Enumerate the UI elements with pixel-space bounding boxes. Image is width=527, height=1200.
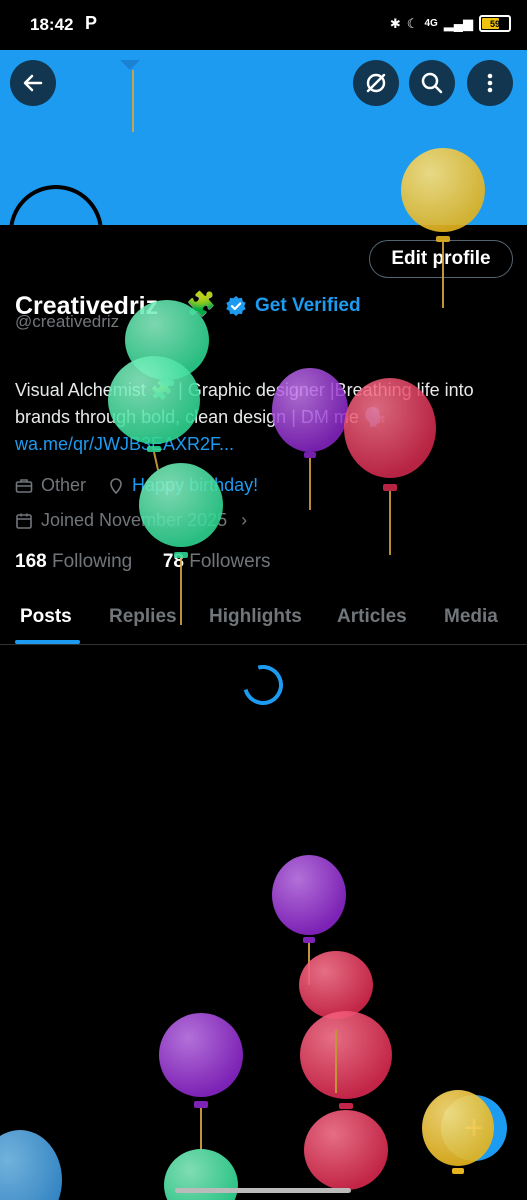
gesture-nav-bar[interactable] [175, 1188, 351, 1193]
tab-highlights[interactable]: Highlights [209, 606, 302, 628]
followers-link[interactable]: 78 Followers [163, 551, 271, 572]
app-notification-icon: P [85, 13, 98, 33]
following-link[interactable]: 168 Following [15, 551, 132, 572]
get-verified-button[interactable]: Get Verified [225, 295, 361, 317]
location-pin-icon [110, 477, 122, 494]
profile-bio: Visual Alchemist 🧩 | Graphic designer |B… [15, 377, 515, 458]
profile-tabs: Posts Replies Highlights Articles Media [0, 600, 527, 645]
balloon [272, 855, 346, 985]
tab-posts[interactable]: Posts [20, 606, 72, 628]
more-button[interactable] [467, 60, 513, 106]
eye-slash-icon [366, 73, 386, 93]
profile-category: Other [41, 475, 87, 495]
status-bar: 18:42 P ✱ ☾ 4G ▂▄▆ 59 [0, 0, 527, 50]
name-emoji: 🧩 [186, 291, 216, 318]
joined-date: Joined November 2025 [41, 510, 228, 530]
verified-badge-icon [226, 296, 246, 316]
status-time: 18:42 [30, 15, 74, 34]
edit-profile-button[interactable]: Edit profile [369, 240, 513, 278]
moon-icon: ☾ [406, 15, 419, 31]
profile-meta-row: Other Happy birthday! [15, 475, 258, 496]
balloon [0, 1130, 62, 1200]
search-button[interactable] [409, 60, 455, 106]
follow-stats: 168 Following 78 Followers [15, 551, 271, 573]
calendar-icon [16, 513, 32, 529]
bio-link[interactable]: wa.me/qr/JWJB3EAXR2F... [15, 434, 234, 454]
back-button[interactable] [10, 60, 56, 106]
signal-icon: ▂▄▆ [443, 15, 473, 31]
network-label: 4G [424, 18, 438, 29]
active-tab-indicator [15, 640, 80, 644]
search-icon [421, 72, 443, 94]
battery-icon: 59 [479, 15, 511, 32]
tab-replies[interactable]: Replies [109, 606, 177, 628]
avatar[interactable] [9, 185, 103, 279]
arrow-left-icon [23, 74, 43, 92]
balloon [422, 1090, 494, 1174]
joined-row[interactable]: Joined November 2025 › [15, 510, 247, 531]
bluetooth-icon: ✱ [389, 15, 401, 31]
tab-articles[interactable]: Articles [337, 606, 407, 628]
bio-text: Visual Alchemist 🧩 | Graphic designer |B… [15, 380, 474, 427]
tab-media[interactable]: Media [444, 606, 498, 628]
loading-spinner [235, 657, 291, 713]
balloon [300, 1011, 392, 1109]
verified-label: Get Verified [255, 295, 361, 316]
balloon [304, 1110, 388, 1190]
profile-handle: @creativedriz [15, 312, 120, 331]
status-icons: ✱ ☾ 4G ▂▄▆ 59 [390, 15, 511, 32]
chevron-right-icon: › [241, 510, 248, 530]
more-vertical-icon [487, 73, 493, 93]
briefcase-icon [15, 478, 33, 493]
hide-button[interactable] [353, 60, 399, 106]
balloon [159, 1013, 243, 1150]
balloon [299, 951, 373, 1019]
profile-location[interactable]: Happy birthday! [132, 475, 258, 496]
